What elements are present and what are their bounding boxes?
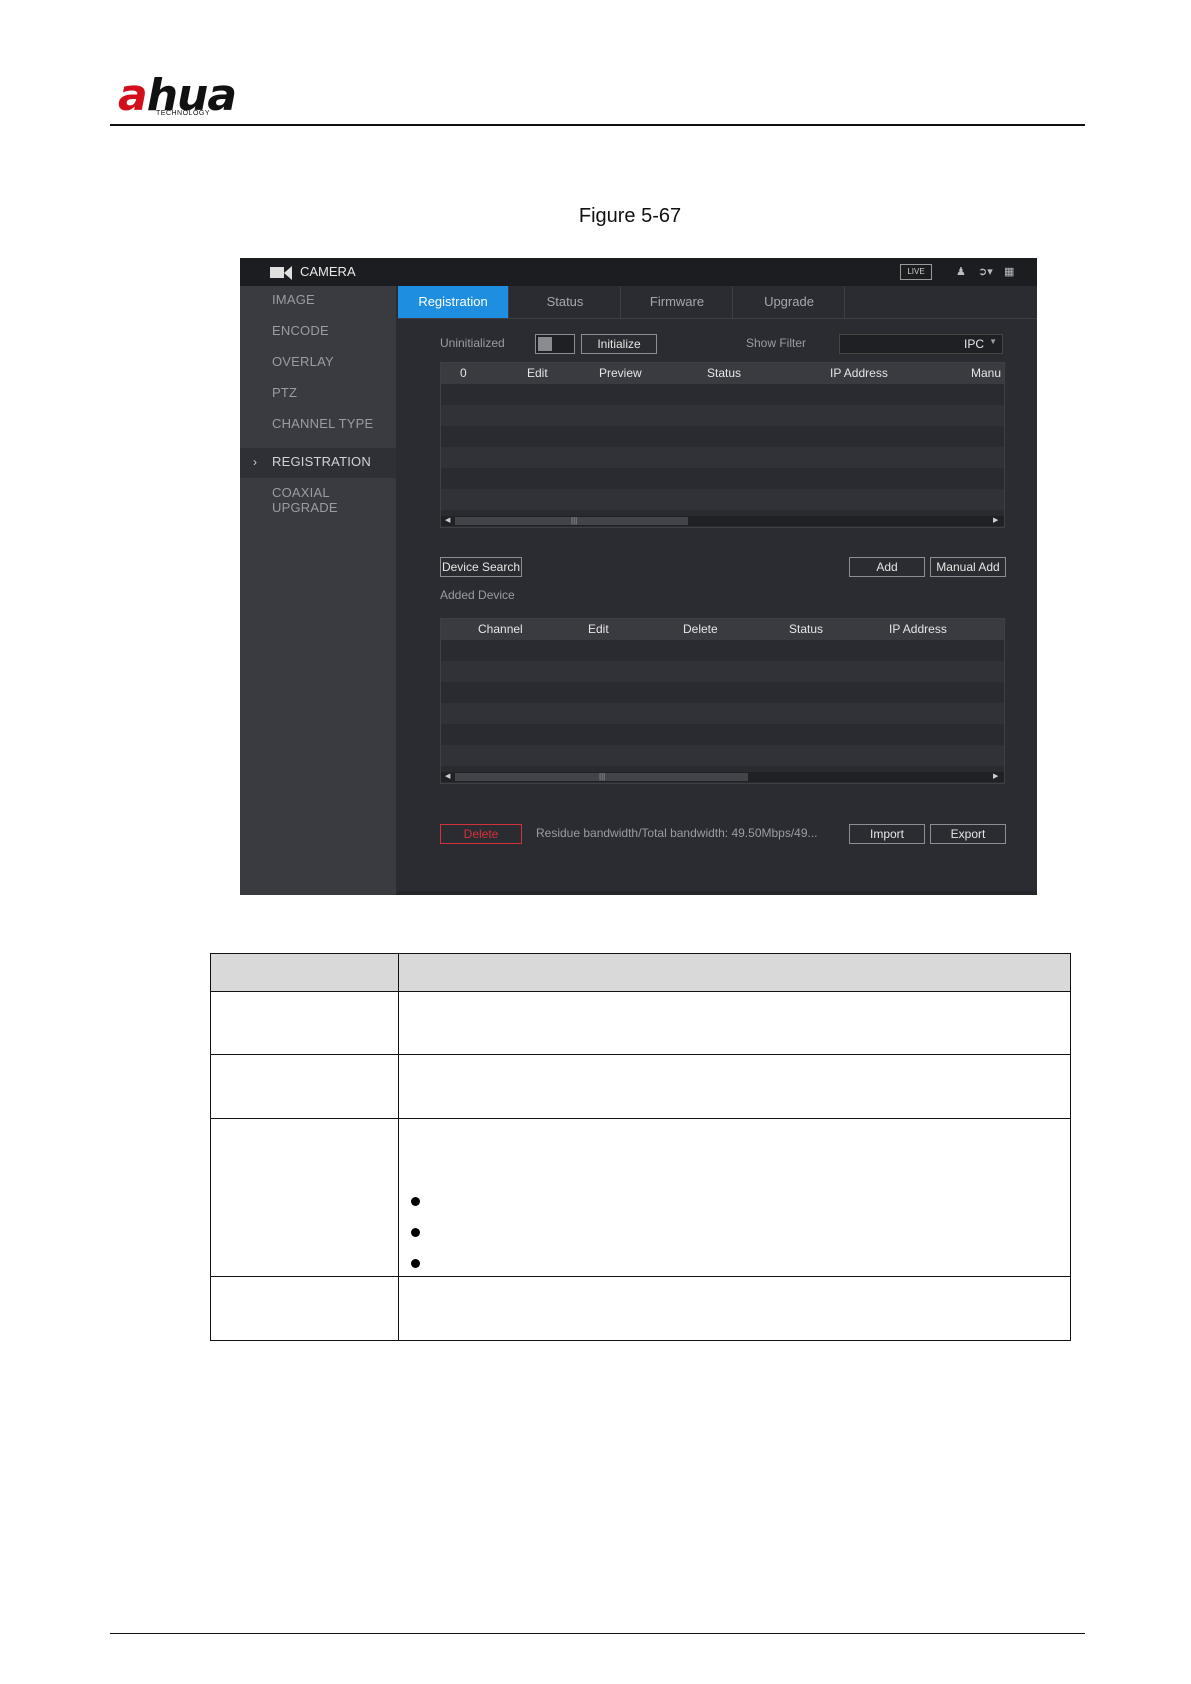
chevron-down-icon: ▼	[989, 337, 997, 346]
added-device-label: Added Device	[440, 588, 515, 602]
column-header: Manu	[971, 366, 1002, 380]
dahua-logo: ahua TECHNOLOGY	[118, 70, 237, 121]
column-header: Edit	[588, 622, 609, 636]
logo-subtitle: TECHNOLOGY	[156, 110, 211, 117]
scroll-right-icon: ▶	[993, 773, 999, 780]
tab-upgrade[interactable]: Upgrade	[734, 286, 845, 318]
column-header: Status	[707, 366, 742, 380]
column-header: Delete	[683, 622, 718, 636]
sidebar-item-overlay[interactable]: OVERLAY	[272, 354, 334, 369]
scroll-left-icon: ◀	[445, 517, 451, 524]
column-header: Edit	[527, 366, 548, 380]
tab-registration[interactable]: Registration	[398, 286, 509, 318]
sidebar-item-image[interactable]: IMAGE	[272, 292, 315, 307]
added-device-table: Channel Edit Delete Status IP Address ◀ …	[440, 618, 1005, 784]
sidebar: › IMAGE ENCODE OVERLAY PTZ CHANNEL TYPE …	[240, 286, 396, 895]
bandwidth-text: Residue bandwidth/Total bandwidth: 49.50…	[536, 826, 818, 840]
sidebar-item-registration[interactable]: REGISTRATION	[272, 454, 371, 469]
main-panel: Registration Status Firmware Upgrade Uni…	[397, 286, 1037, 895]
logout-icon[interactable]: ➲▾	[978, 265, 993, 278]
camera-settings-window: CAMERA LIVE ♟ ➲▾ ▦ › IMAGE ENCODE OVERLA…	[240, 258, 1037, 895]
table-header: Channel Edit Delete Status IP Address	[441, 619, 1004, 640]
table-row	[210, 991, 1071, 1055]
footer-rule	[110, 1633, 1085, 1634]
camera-icon-lens	[284, 266, 292, 280]
initialize-button[interactable]: Initialize	[581, 334, 657, 354]
sidebar-item-channel-type[interactable]: CHANNEL TYPE	[272, 416, 373, 431]
column-header: Channel	[478, 622, 523, 636]
scroll-right-icon: ▶	[993, 517, 999, 524]
export-button[interactable]: Export	[930, 824, 1006, 844]
table-header: 0 Edit Preview Status IP Address Manu	[441, 363, 1004, 384]
grid-icon[interactable]: ▦	[1004, 265, 1014, 278]
horizontal-scrollbar[interactable]: ◀ ||| ▶	[441, 516, 1004, 526]
figure-caption: Figure 5-67	[578, 205, 682, 227]
tab-status[interactable]: Status	[510, 286, 621, 318]
chevron-right-icon: ›	[253, 455, 257, 469]
show-filter-select[interactable]: IPC ▼	[839, 334, 1003, 354]
uninitialized-label: Uninitialized	[440, 336, 505, 350]
sidebar-item-encode[interactable]: ENCODE	[272, 323, 329, 338]
table-row	[210, 1277, 1071, 1341]
column-header: IP Address	[889, 622, 947, 636]
column-header: Preview	[599, 366, 642, 380]
scroll-left-icon: ◀	[445, 773, 451, 780]
sidebar-item-coaxial-upgrade[interactable]: COAXIAL UPGRADE	[272, 485, 396, 515]
table-header-row	[210, 953, 1071, 992]
user-icon[interactable]: ♟	[956, 265, 966, 278]
window-title: CAMERA	[300, 264, 356, 279]
add-button[interactable]: Add	[849, 557, 925, 577]
device-search-button[interactable]: Device Search	[440, 557, 522, 577]
column-header: IP Address	[830, 366, 888, 380]
search-results-table: 0 Edit Preview Status IP Address Manu ◀ …	[440, 362, 1005, 528]
column-header[interactable]: 0	[460, 366, 467, 380]
bullet-icon	[411, 1197, 420, 1206]
table-row	[210, 1119, 1071, 1277]
camera-icon	[270, 267, 284, 278]
footer-bar	[397, 891, 1037, 895]
column-header: Status	[789, 622, 824, 636]
sidebar-item-ptz[interactable]: PTZ	[272, 385, 297, 400]
manual-add-button[interactable]: Manual Add	[930, 557, 1006, 577]
show-filter-label: Show Filter	[746, 336, 807, 350]
header-rule	[110, 124, 1085, 126]
bullet-icon	[411, 1259, 420, 1268]
title-bar: CAMERA LIVE ♟ ➲▾ ▦	[240, 258, 1037, 286]
delete-button[interactable]: Delete	[440, 824, 522, 844]
import-button[interactable]: Import	[849, 824, 925, 844]
horizontal-scrollbar[interactable]: ◀ ||| ▶	[441, 772, 1004, 782]
bullet-icon	[411, 1228, 420, 1237]
table-row	[210, 1055, 1071, 1119]
uninitialized-toggle[interactable]	[535, 334, 575, 354]
tab-bar: Registration Status Firmware Upgrade	[397, 286, 1037, 319]
live-button[interactable]: LIVE	[900, 264, 932, 280]
tab-firmware[interactable]: Firmware	[622, 286, 733, 318]
